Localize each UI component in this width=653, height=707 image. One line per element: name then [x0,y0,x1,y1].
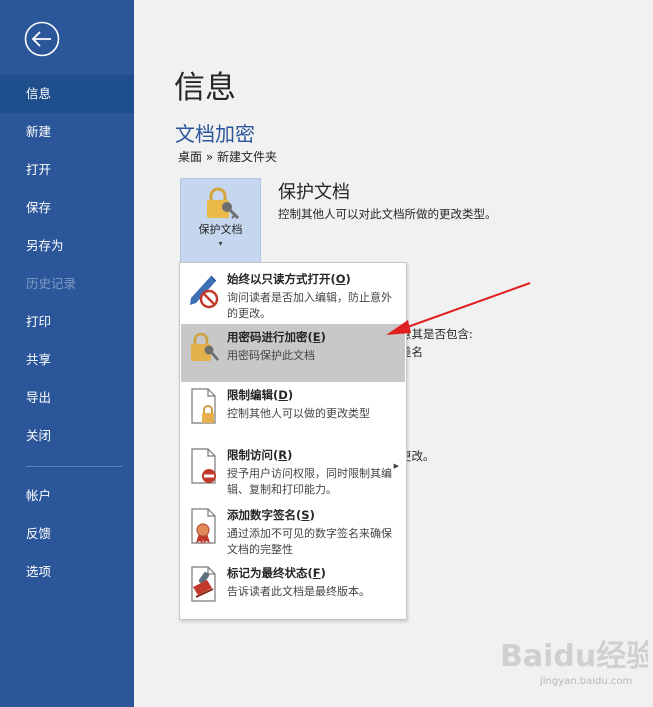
document-restrict-icon [191,448,216,484]
menu-item-title: 始终以只读方式打开(O) [227,272,351,286]
menu-item-description: 告诉读者此文档是最终版本。 [227,585,370,598]
baidu-jingyan-watermark-icon: Baidu经验 [500,639,648,674]
protect-document-label: 保护文档 [198,223,243,236]
nav-save[interactable]: 保存 [0,189,134,227]
nav-export[interactable]: 导出 [0,379,134,417]
protect-document-description: 控制其他人可以对此文档所做的更改类型。 [278,207,497,221]
menu-item-encrypt-password[interactable]: 用密码进行加密(E) 用密码保护此文档 [181,324,405,382]
menu-item-read-only[interactable]: 始终以只读方式打开(O) 询问读者是否加入编辑，防止意外的更改。 [181,266,405,324]
document-path[interactable]: 桌面 » 新建文件夹 [178,148,277,165]
lock-key-icon [207,187,240,220]
protect-document-heading: 保护文档 [278,182,350,203]
backstage-sidebar: 信息 新建 打开 保存 另存为 历史记录 打印 共享 导出 关闭 帐户 反馈 选… [0,0,134,707]
document-lock-icon [191,388,216,424]
back-arrow-circle-icon[interactable] [24,21,60,57]
nav-options[interactable]: 选项 [0,553,134,591]
protect-document-button[interactable]: 保护文档 ▾ [180,178,261,263]
nav-divider [26,466,122,467]
menu-item-description: 控制其他人可以做的更改类型 [227,407,370,420]
svg-text:Baidu经验: Baidu经验 [500,639,648,674]
menu-item-description: 授予用户访问权限，同时限制其编辑、复制和打印能力。 [227,467,392,496]
document-stamp-icon [191,566,216,602]
red-arrow-annotation-icon [386,282,531,335]
nav-save-as[interactable]: 另存为 [0,227,134,265]
nav-new[interactable]: 新建 [0,113,134,151]
pencil-no-icon [190,275,219,309]
menu-item-title: 标记为最终状态(F) [227,566,326,580]
lock-key-icon [191,332,219,361]
watermark-url: jingyan.baidu.com [540,676,633,687]
submenu-arrow-icon: ▶ [393,462,399,470]
document-ribbon-icon [191,508,216,544]
document-title: 文档加密 [175,122,255,146]
menu-item-restrict-editing[interactable]: 限制编辑(D) 控制其他人可以做的更改类型 [181,382,405,442]
nav-account[interactable]: 帐户 [0,477,134,515]
menu-item-description: 通过添加不可见的数字签名来确保文档的完整性 [227,527,392,556]
menu-item-title: 用密码进行加密(E) [227,330,326,344]
menu-item-title: 限制访问(R) [227,448,293,462]
menu-item-digital-signature[interactable]: 添加数字签名(S) 通过添加不可见的数字签名来确保文档的完整性 [181,502,405,560]
menu-item-description: 询问读者是否加入编辑，防止意外的更改。 [227,291,392,320]
menu-item-description: 用密码保护此文档 [227,349,315,362]
nav-print[interactable]: 打印 [0,303,134,341]
protect-document-menu: 始终以只读方式打开(O) 询问读者是否加入编辑，防止意外的更改。 用密码进行加密… [179,262,407,620]
menu-item-title: 限制编辑(D) [227,388,294,402]
nav-close[interactable]: 关闭 [0,417,134,455]
menu-item-mark-as-final[interactable]: 标记为最终状态(F) 告诉读者此文档是最终版本。 [181,560,405,616]
nav-history: 历史记录 [26,276,77,291]
chevron-down-icon: ▾ [218,239,223,248]
nav-share[interactable]: 共享 [0,341,134,379]
nav-feedback[interactable]: 反馈 [0,515,134,553]
page-title: 信息 [174,70,236,106]
nav-info[interactable]: 信息 [0,75,134,113]
menu-item-restrict-access[interactable]: 限制访问(R) 授予用户访问权限，同时限制其编辑、复制和打印能力。 ▶ [181,442,405,502]
nav-open[interactable]: 打开 [0,151,134,189]
menu-item-title: 添加数字签名(S) [227,508,315,522]
